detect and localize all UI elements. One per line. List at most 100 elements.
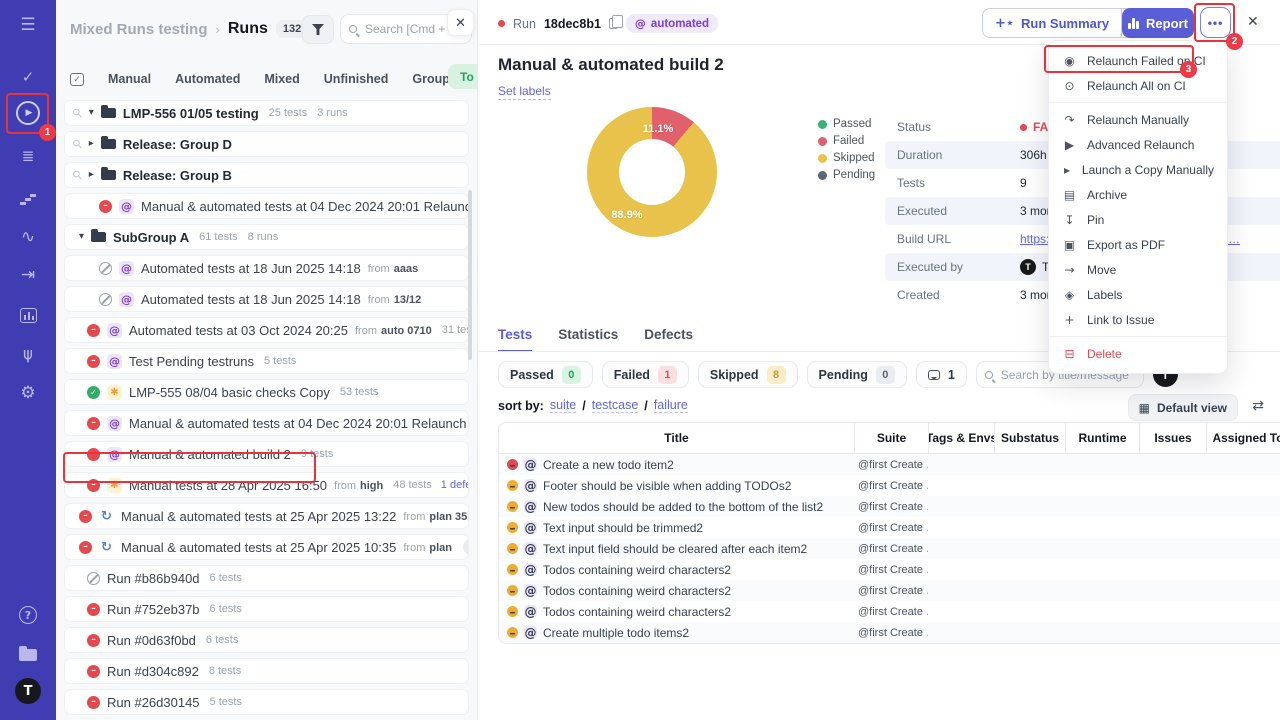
- run-group-row[interactable]: ⚲ ▸ Release: Group B: [64, 162, 469, 188]
- select-all-icon[interactable]: ✓: [70, 73, 84, 86]
- column-header[interactable]: Title: [499, 423, 854, 453]
- menu-item[interactable]: + Link to Issue: [1049, 307, 1227, 332]
- settings-nav-icon[interactable]: ⚙: [0, 380, 56, 406]
- table-row[interactable]: Footer should be visible when adding TOD…: [499, 475, 1280, 496]
- run-row[interactable]: Manual & automated tests at 04 Dec 2024 …: [64, 410, 469, 436]
- menu-item[interactable]: ▶ Advanced Relaunch: [1049, 132, 1227, 157]
- panel-close-button[interactable]: ✕: [447, 9, 474, 36]
- runs-filter-tab[interactable]: Mixed: [264, 72, 299, 86]
- runs-list-scrollbar[interactable]: [468, 190, 472, 360]
- filter-button[interactable]: [302, 15, 334, 44]
- detail-tab[interactable]: Statistics: [558, 327, 618, 352]
- menu-item[interactable]: ◉ Relaunch Failed on CI: [1049, 48, 1227, 73]
- run-title: Automated tests at 03 Oct 2024 20:25: [129, 323, 348, 338]
- table-row[interactable]: Create multiple todo items2 @first Creat…: [499, 622, 1280, 643]
- table-row[interactable]: Todos containing weird characters2 @firs…: [499, 559, 1280, 580]
- table-row[interactable]: Text input field should be cleared after…: [499, 538, 1280, 559]
- menu-item[interactable]: ⊙ Relaunch All on CI: [1049, 73, 1227, 98]
- run-row[interactable]: Run #0d63f0bd 6 tests: [64, 627, 469, 653]
- columns-settings-icon[interactable]: ⇄: [1252, 399, 1264, 413]
- run-row[interactable]: Run #b86b940d 6 tests: [64, 565, 469, 591]
- copy-icon[interactable]: [609, 18, 618, 29]
- today-filter-chip[interactable]: To: [448, 64, 478, 89]
- status-filter-chip[interactable]: Passed 0: [498, 361, 593, 388]
- run-row[interactable]: Manual & automated build 2 9 tests: [64, 441, 469, 467]
- run-row[interactable]: Manual tests at 28 Apr 2025 16:50 fromhi…: [64, 472, 469, 498]
- column-header[interactable]: Issues: [1139, 423, 1206, 453]
- column-header[interactable]: Suite: [854, 423, 928, 453]
- run-row[interactable]: LMP-555 08/04 basic checks Copy 53 tests: [64, 379, 469, 405]
- table-row[interactable]: Create a new todo item2 @first Create …: [499, 454, 1280, 475]
- branch-nav-icon[interactable]: ⋔: [0, 342, 56, 368]
- run-row[interactable]: Run #d304c892 8 tests: [64, 658, 469, 684]
- run-group-row[interactable]: ⚲ ▸ Release: Group D: [64, 131, 469, 157]
- run-row[interactable]: Manual & automated tests at 25 Apr 2025 …: [64, 534, 469, 560]
- menu-item[interactable]: ▣ Export as PDF: [1049, 232, 1227, 257]
- run-row[interactable]: Run #26d30145 5 tests: [64, 689, 469, 715]
- menu-item[interactable]: ◈ Labels: [1049, 282, 1227, 307]
- pulse-nav-icon[interactable]: ∿: [0, 224, 56, 250]
- runs-filter-tab[interactable]: Automated: [175, 72, 240, 86]
- tests-nav-icon[interactable]: ✓: [0, 64, 56, 90]
- run-row[interactable]: Manual & automated tests at 04 Dec 2024 …: [64, 193, 469, 219]
- menu-item[interactable]: ▤ Archive: [1049, 182, 1227, 207]
- set-labels-link[interactable]: Set labels: [498, 84, 551, 100]
- comments-filter-chip[interactable]: 1: [916, 361, 967, 388]
- table-row[interactable]: Todos containing weird characters2 @firs…: [499, 580, 1280, 601]
- breadcrumb-section[interactable]: Runs: [228, 20, 268, 38]
- automated-tag-chip[interactable]: @ automated: [626, 14, 718, 33]
- table-row[interactable]: Todos containing weird characters2 @firs…: [499, 601, 1280, 622]
- help-icon[interactable]: ?: [0, 602, 56, 628]
- sort-link[interactable]: suite: [550, 398, 576, 413]
- run-group-row[interactable]: ⚲ ▾ LMP-556 01/05 testing 25 tests 3 run…: [64, 100, 469, 126]
- column-header[interactable]: Assigned To: [1206, 423, 1280, 453]
- status-filter-chip[interactable]: Pending 0: [807, 361, 907, 388]
- chevron-down-icon[interactable]: ▾: [79, 232, 84, 242]
- detail-tab[interactable]: Defects: [644, 327, 693, 352]
- user-avatar[interactable]: T: [0, 678, 56, 704]
- status-filter-chip[interactable]: Skipped 8: [698, 361, 798, 388]
- detail-close-button[interactable]: ✕: [1247, 13, 1259, 30]
- run-row[interactable]: Run #752eb37b 6 tests: [64, 596, 469, 622]
- test-plans-nav-icon[interactable]: ≣: [0, 143, 56, 169]
- detail-tab[interactable]: Tests: [498, 327, 532, 352]
- chevron-right-icon[interactable]: ▸: [89, 139, 94, 149]
- chevron-right-icon[interactable]: ▸: [89, 170, 94, 180]
- runs-nav-icon[interactable]: ▶: [0, 100, 56, 126]
- pin-icon: ↧: [1062, 213, 1077, 227]
- run-row[interactable]: Automated tests at 18 Jun 2025 14:18 fro…: [64, 286, 469, 312]
- sort-link[interactable]: testcase: [592, 398, 639, 413]
- menu-item[interactable]: ↷ Relaunch Manually: [1049, 107, 1227, 132]
- runs-filter-tab[interactable]: Manual: [108, 72, 151, 86]
- analytics-nav-icon[interactable]: [0, 302, 56, 328]
- chevron-down-icon[interactable]: ▾: [89, 108, 94, 118]
- hamburger-menu-icon[interactable]: ☰: [0, 12, 56, 38]
- default-view-button[interactable]: ▦ Default view: [1128, 394, 1238, 421]
- run-summary-button[interactable]: +⋆ Run Summary: [983, 9, 1121, 37]
- menu-item[interactable]: ⊟ Delete: [1049, 341, 1227, 366]
- table-row[interactable]: Text input should be trimmed2 @first Cre…: [499, 517, 1280, 538]
- column-header[interactable]: Runtime: [1065, 423, 1139, 453]
- projects-folder-icon[interactable]: [0, 642, 56, 668]
- menu-item[interactable]: ↧ Pin: [1049, 207, 1227, 232]
- status-filter-chip[interactable]: Failed 1: [602, 361, 689, 388]
- runs-filter-tab[interactable]: Unfinished: [324, 72, 389, 86]
- menu-item[interactable]: → Move: [1049, 257, 1227, 282]
- run-row[interactable]: Manual & automated tests at 25 Apr 2025 …: [64, 503, 469, 529]
- run-row[interactable]: Automated tests at 18 Jun 2025 14:18 fro…: [64, 255, 469, 281]
- breadcrumb-project[interactable]: Mixed Runs testing: [70, 21, 208, 38]
- automated-icon: [524, 584, 537, 597]
- table-row[interactable]: New todos should be added to the bottom …: [499, 496, 1280, 517]
- column-header[interactable]: Tags & Envs: [928, 423, 994, 453]
- import-nav-icon[interactable]: ⇥: [0, 262, 56, 288]
- run-group-row[interactable]: ▾ SubGroup A 61 tests 8 runs: [64, 224, 469, 250]
- menu-item[interactable]: ▸ Launch a Copy Manually: [1049, 157, 1227, 182]
- run-row[interactable]: Automated tests at 03 Oct 2024 20:25 fro…: [64, 317, 469, 343]
- column-header[interactable]: Substatus: [994, 423, 1065, 453]
- chip-count-badge: 0: [562, 366, 581, 384]
- sort-link[interactable]: failure: [654, 398, 688, 413]
- milestones-nav-icon[interactable]: [0, 186, 56, 212]
- report-button[interactable]: Report: [1122, 8, 1194, 38]
- run-row[interactable]: Test Pending testruns 5 tests: [64, 348, 469, 374]
- more-actions-button[interactable]: •••: [1200, 7, 1231, 38]
